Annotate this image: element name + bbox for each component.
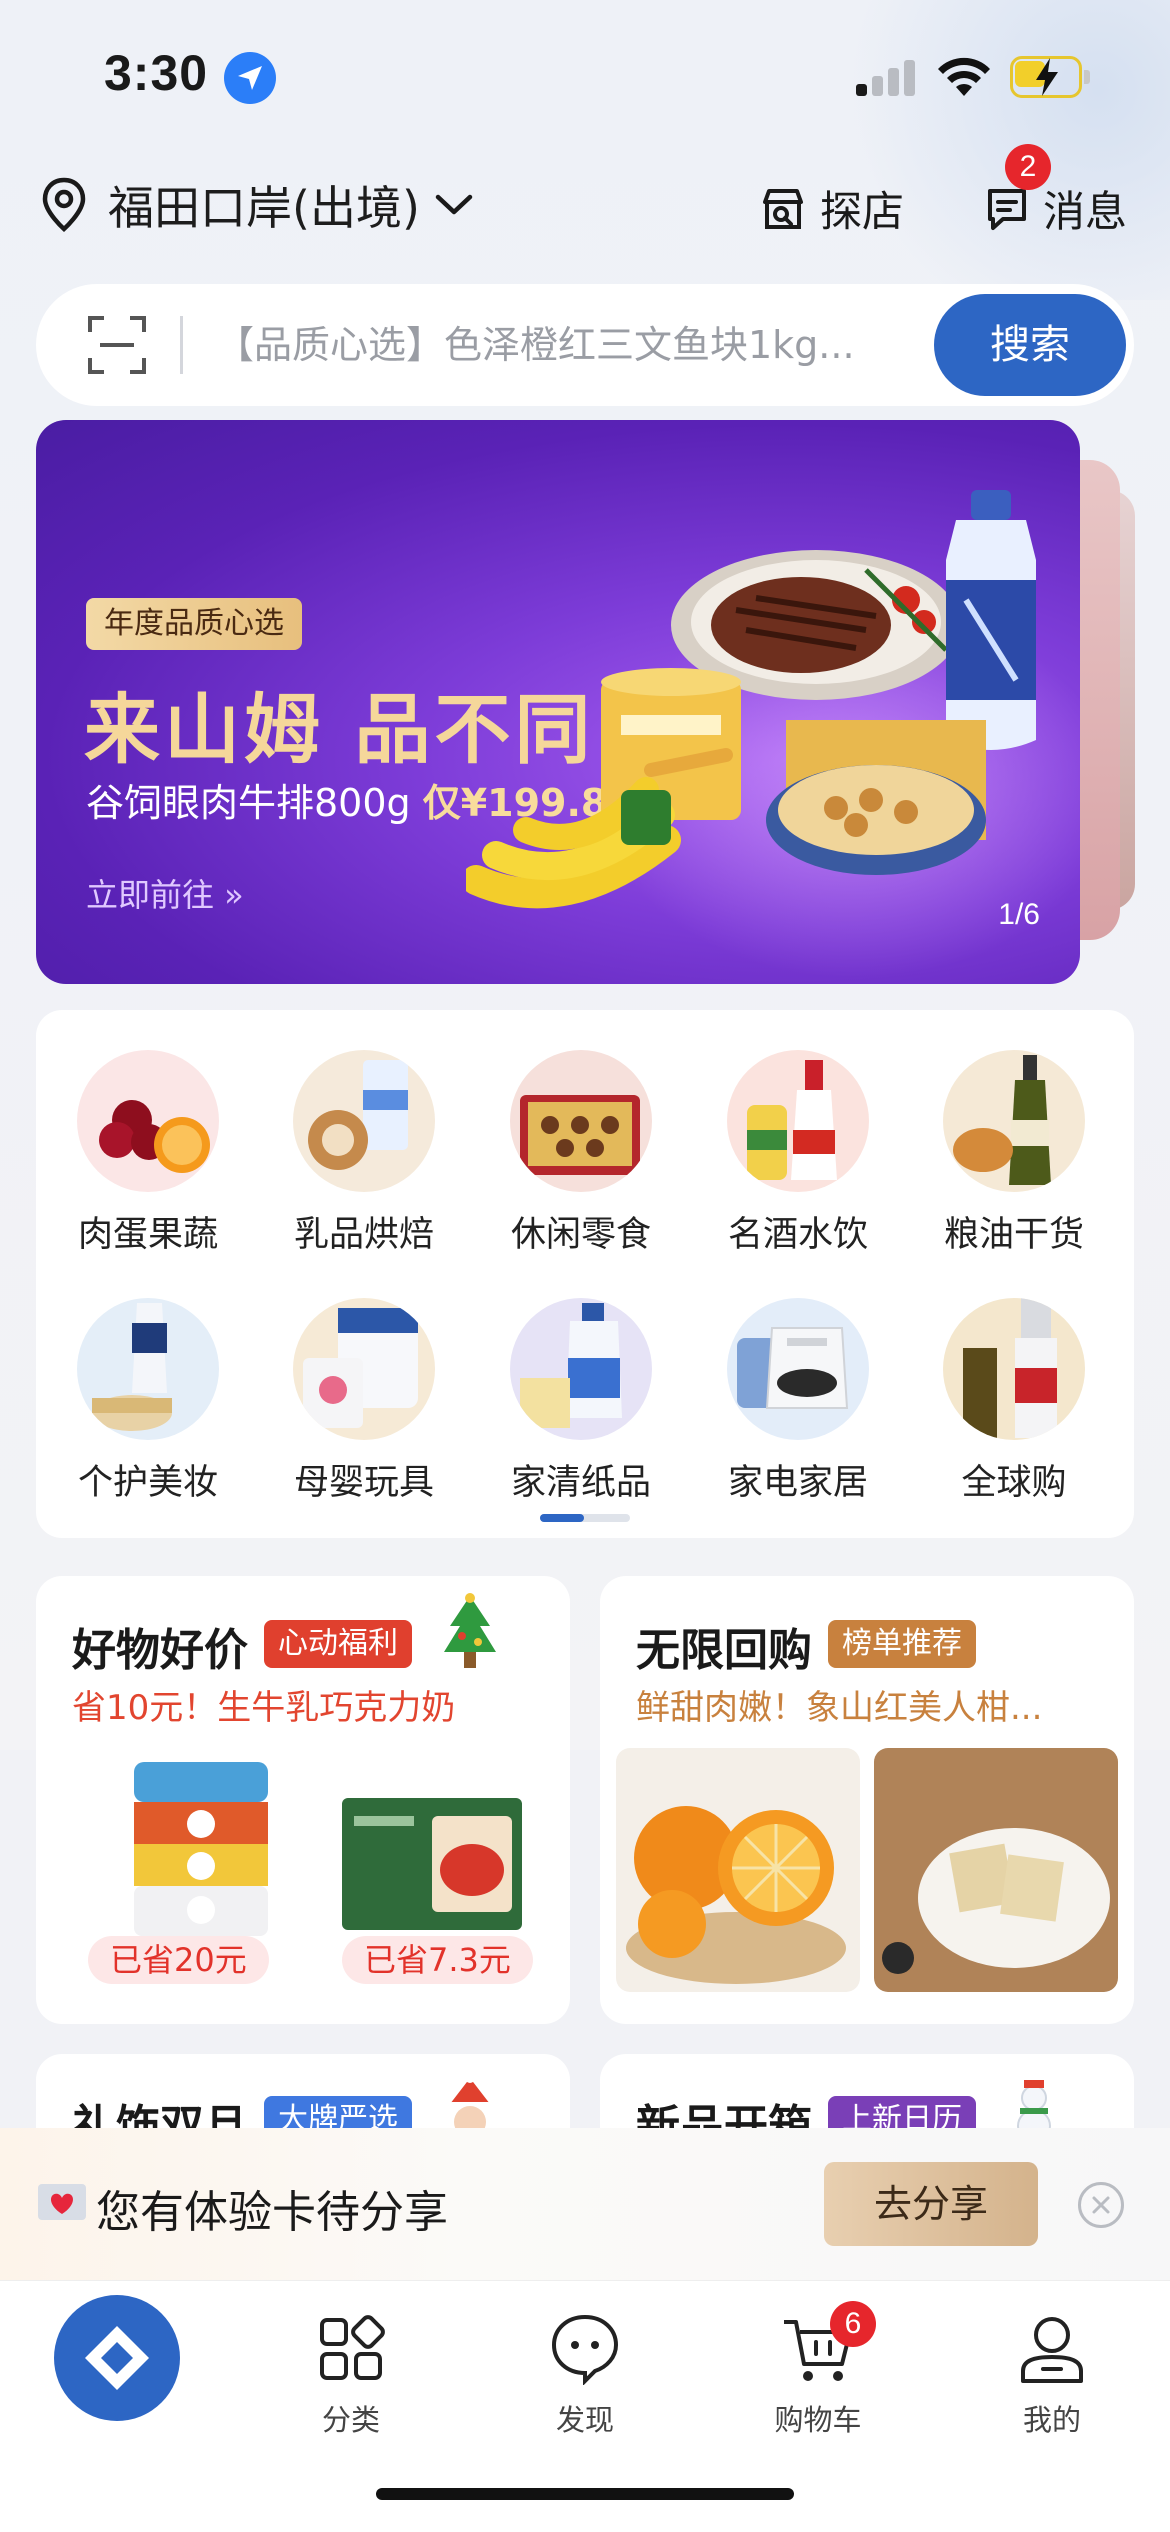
banner-pager: 1/6 bbox=[998, 898, 1040, 931]
tab-discover[interactable]: 发现 bbox=[505, 2309, 665, 2439]
category-item[interactable]: 家电家居 bbox=[698, 1298, 898, 1505]
liquor-icon bbox=[727, 1050, 869, 1192]
category-item[interactable]: 家清纸品 bbox=[481, 1298, 681, 1505]
home-indicator[interactable] bbox=[376, 2488, 794, 2500]
tab-label: 发现 bbox=[555, 2403, 614, 2437]
food-box-image bbox=[342, 1798, 522, 1930]
share-card-bar: 您有体验卡待分享 去分享 bbox=[0, 2128, 1170, 2280]
crackers-image bbox=[874, 1748, 1118, 1992]
detergent-icon bbox=[510, 1298, 652, 1440]
battery-icon bbox=[1010, 56, 1090, 98]
bananas-image bbox=[466, 777, 681, 909]
cookie-tin-image bbox=[766, 720, 986, 875]
discover-icon bbox=[505, 2309, 665, 2389]
tab-profile[interactable]: 我的 bbox=[972, 2309, 1132, 2439]
cosmetics-icon bbox=[77, 1298, 219, 1440]
search-button[interactable]: 搜索 bbox=[934, 294, 1126, 396]
search-bar: 搜索 bbox=[36, 284, 1134, 406]
promo-tag: 心动福利 bbox=[264, 1620, 412, 1668]
promo-title: 无限回购 bbox=[636, 1625, 812, 1676]
oranges-image bbox=[616, 1748, 860, 1992]
category-item[interactable]: 全球购 bbox=[914, 1298, 1114, 1505]
tab-label: 我的 bbox=[1022, 2403, 1081, 2437]
profile-icon bbox=[972, 2309, 1132, 2389]
share-message: 您有体验卡待分享 bbox=[96, 2187, 448, 2238]
store-visit-button[interactable]: 探店 bbox=[760, 178, 904, 239]
christmas-tree-icon bbox=[444, 1593, 496, 1668]
close-icon[interactable] bbox=[1078, 2182, 1124, 2228]
category-label: 名酒水饮 bbox=[727, 1215, 868, 1255]
fruit-icon bbox=[77, 1050, 219, 1192]
category-icon bbox=[271, 2309, 431, 2389]
category-scroll-indicator bbox=[540, 1514, 630, 1522]
category-label: 粮油干货 bbox=[943, 1215, 1084, 1255]
category-item[interactable]: 肉蛋果蔬 bbox=[48, 1050, 248, 1257]
location-label: 福田口岸(出境) bbox=[108, 181, 420, 235]
appliance-icon bbox=[727, 1298, 869, 1440]
scan-icon[interactable] bbox=[86, 314, 148, 376]
category-label: 全球购 bbox=[961, 1463, 1067, 1503]
location-services-icon bbox=[224, 52, 276, 104]
store-icon bbox=[763, 188, 803, 229]
header: 福田口岸(出境) 探店 2 消息 bbox=[0, 144, 1170, 250]
map-pin-icon bbox=[42, 177, 86, 233]
promo-subtitle: 鲜甜肉嫩！象山红美人柑... bbox=[636, 1688, 1043, 1728]
category-label: 母婴玩具 bbox=[293, 1463, 434, 1503]
category-label: 乳品烘焙 bbox=[293, 1215, 434, 1255]
status-bar: 3:30 bbox=[0, 0, 1170, 150]
share-button[interactable]: 去分享 bbox=[824, 2162, 1038, 2246]
promo-card-deals[interactable]: 好物好价 心动福利 省10元！生牛乳巧克力奶 已省20元 已省7.3元 bbox=[36, 1576, 570, 2024]
tab-label: 分类 bbox=[321, 2403, 380, 2437]
oil-icon bbox=[943, 1050, 1085, 1192]
search-divider bbox=[180, 316, 183, 374]
global-icon bbox=[943, 1298, 1085, 1440]
category-item[interactable]: 乳品烘焙 bbox=[264, 1050, 464, 1257]
snack-icon bbox=[510, 1050, 652, 1192]
category-item[interactable]: 名酒水饮 bbox=[698, 1050, 898, 1257]
location-selector[interactable]: 福田口岸(出境) bbox=[40, 172, 474, 238]
category-grid: 肉蛋果蔬 乳品烘焙 休闲零食 名酒水饮 粮油干货 个护美妆 母婴玩具 家清纸品 … bbox=[36, 1010, 1134, 1538]
promo-subtitle: 省10元！生牛乳巧克力奶 bbox=[72, 1688, 456, 1728]
savings-badge: 已省20元 bbox=[88, 1936, 269, 1984]
banner-cta-link[interactable]: 立即前往 » bbox=[86, 870, 244, 916]
category-label: 家清纸品 bbox=[510, 1463, 651, 1503]
chevron-down-icon bbox=[435, 194, 473, 215]
cart-count-badge: 6 bbox=[830, 2301, 876, 2347]
home-logo-icon bbox=[85, 2326, 149, 2390]
love-letter-icon bbox=[38, 2184, 86, 2220]
store-visit-label: 探店 bbox=[820, 187, 905, 236]
promo-tag: 榜单推荐 bbox=[828, 1620, 976, 1668]
category-label: 家电家居 bbox=[727, 1463, 868, 1503]
promo-card-repurchase[interactable]: 无限回购 榜单推荐 鲜甜肉嫩！象山红美人柑... bbox=[600, 1576, 1134, 2024]
savings-badge: 已省7.3元 bbox=[342, 1936, 533, 1984]
wifi-icon bbox=[936, 56, 992, 102]
category-item[interactable]: 母婴玩具 bbox=[264, 1298, 464, 1505]
milk-icon bbox=[293, 1050, 435, 1192]
tab-category[interactable]: 分类 bbox=[271, 2309, 431, 2439]
cellular-signal-icon bbox=[856, 60, 916, 96]
messages-button[interactable]: 2 消息 bbox=[985, 144, 1128, 239]
banner-tag: 年度品质心选 bbox=[86, 598, 302, 650]
category-label: 个护美妆 bbox=[77, 1463, 218, 1503]
status-time: 3:30 bbox=[104, 45, 209, 101]
cart-icon: 6 bbox=[738, 2301, 898, 2389]
category-item[interactable]: 个护美妆 bbox=[48, 1298, 248, 1505]
category-item[interactable]: 粮油干货 bbox=[914, 1050, 1114, 1257]
home-tab[interactable] bbox=[54, 2295, 180, 2421]
tab-label: 购物车 bbox=[774, 2403, 862, 2437]
chocolate-milk-cans-image bbox=[134, 1762, 268, 1936]
search-input[interactable] bbox=[216, 312, 916, 378]
promo-banner[interactable]: 年度品质心选 来山姆 品不同 谷饲眼肉牛排800g 仅¥199.8 立即前往 »… bbox=[36, 420, 1080, 984]
baby-icon bbox=[293, 1298, 435, 1440]
message-count-badge: 2 bbox=[1005, 144, 1051, 190]
messages-label: 消息 bbox=[1043, 187, 1128, 236]
tab-cart[interactable]: 6 购物车 bbox=[738, 2301, 898, 2439]
category-label: 肉蛋果蔬 bbox=[77, 1215, 218, 1255]
category-label: 休闲零食 bbox=[510, 1215, 651, 1255]
promo-title: 好物好价 bbox=[72, 1625, 248, 1676]
message-icon bbox=[988, 188, 1026, 230]
category-item[interactable]: 休闲零食 bbox=[481, 1050, 681, 1257]
